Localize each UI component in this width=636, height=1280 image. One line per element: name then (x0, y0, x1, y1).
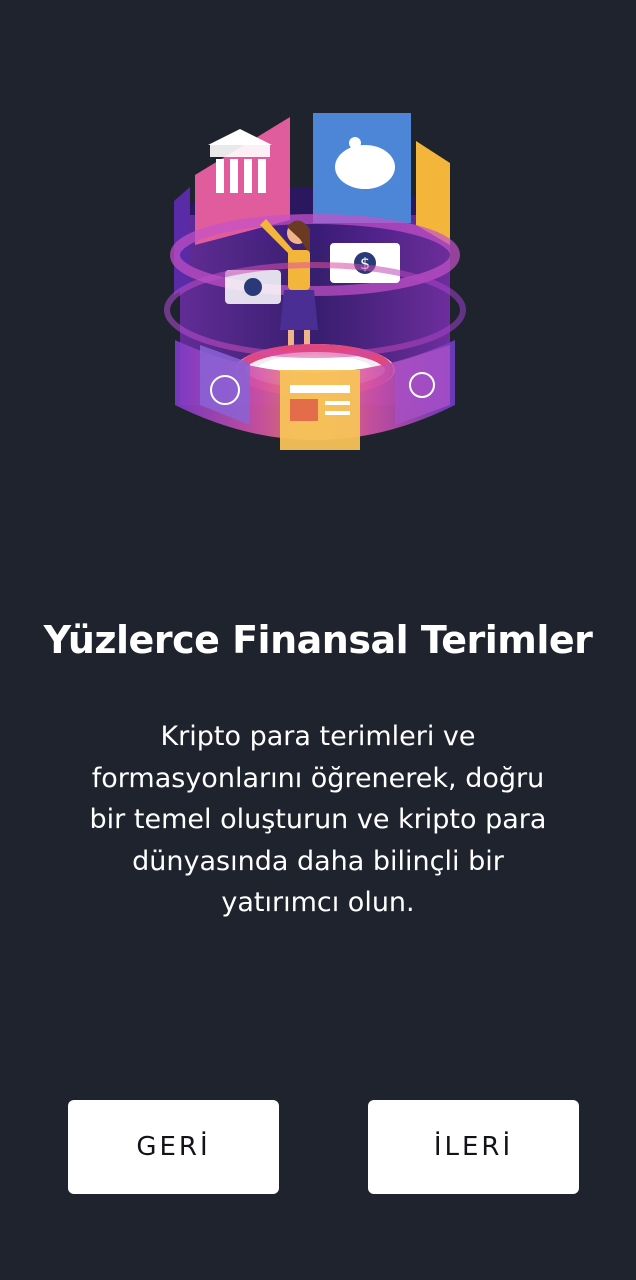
finance-cylinder-illustration: $ (150, 105, 480, 475)
back-button[interactable]: GERİ (68, 1100, 279, 1194)
onboarding-screen: $ Yüzlerce Finansal Terimler Kripto para… (0, 0, 636, 1280)
page-description: Kripto para terimleri ve formasyonlarını… (89, 721, 547, 918)
next-button[interactable]: İLERİ (368, 1100, 579, 1194)
page-title: Yüzlerce Finansal Terimler (43, 618, 593, 662)
